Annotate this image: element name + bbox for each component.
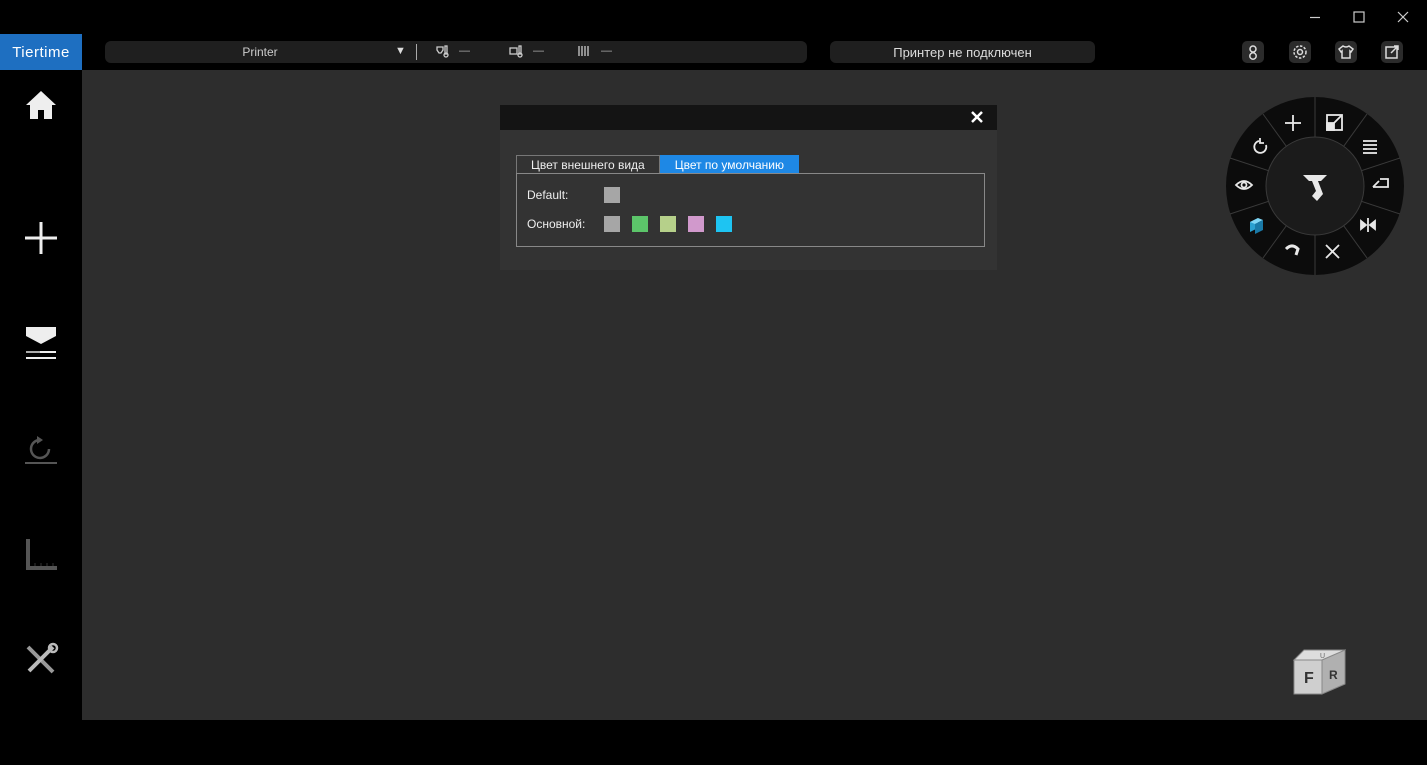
sidebar-item-home[interactable] — [0, 70, 82, 140]
cube-right-label: R — [1329, 668, 1338, 682]
account-button[interactable] — [1242, 41, 1264, 63]
nozzle-temp-icon — [436, 45, 449, 58]
tab-panel: Default: Основной: — [516, 173, 985, 247]
sidebar — [0, 70, 82, 720]
tools-icon — [26, 642, 59, 674]
color-swatch-green[interactable] — [632, 216, 648, 232]
print-icon — [26, 327, 56, 359]
minimize-icon — [1310, 16, 1320, 19]
maximize-button[interactable] — [1337, 0, 1381, 34]
sidebar-item-print[interactable] — [0, 308, 82, 378]
title-bar — [0, 0, 1427, 34]
color-swatch-cyan[interactable] — [716, 216, 732, 232]
cube-front-label: F — [1304, 670, 1314, 687]
close-window-icon — [1397, 11, 1409, 23]
filament-icon — [578, 46, 589, 56]
filament-value: — — [601, 45, 612, 57]
filament-stat: — — [577, 44, 612, 58]
nozzle-temp-stat: — — [435, 44, 470, 58]
default-color-row: Default: — [527, 187, 632, 203]
account-icon — [1249, 45, 1257, 60]
color-settings-dialog: Цвет внешнего вида Цвет по умолчанию Def… — [500, 105, 997, 270]
sidebar-item-tools[interactable] — [0, 625, 82, 695]
sidebar-item-calibrate — [0, 413, 82, 483]
printer-selector-bar: Printer ▼ — — — — [105, 41, 807, 63]
logo: Tiertime — [0, 34, 82, 70]
main-label: Основной: — [527, 217, 586, 231]
color-swatch-light-green[interactable] — [660, 216, 676, 232]
main-color-row: Основной: — [527, 216, 744, 232]
maximize-icon — [1353, 11, 1365, 23]
bottom-bar — [0, 720, 1427, 765]
nozzle-temp-value: — — [459, 45, 470, 57]
skin-shirt-icon — [1337, 45, 1355, 59]
printer-selector[interactable]: Printer — [105, 45, 415, 59]
divider — [416, 44, 417, 60]
tab-appearance-color[interactable]: Цвет внешнего вида — [516, 155, 660, 174]
default-color-swatch[interactable] — [604, 187, 620, 203]
export-button[interactable] — [1381, 41, 1403, 63]
skin-button[interactable] — [1335, 41, 1357, 63]
printer-status: Принтер не подключен — [830, 41, 1095, 63]
calibrate-icon — [25, 436, 57, 464]
minimize-button[interactable] — [1293, 0, 1337, 34]
color-swatch-pink[interactable] — [688, 216, 704, 232]
add-icon — [25, 222, 57, 254]
cube-top-label: U — [1320, 653, 1325, 660]
close-icon — [971, 111, 983, 123]
bed-temp-stat: — — [509, 44, 544, 58]
dialog-close-button[interactable] — [969, 109, 985, 125]
default-label: Default: — [527, 188, 569, 202]
tab-default-color[interactable]: Цвет по умолчанию — [659, 155, 799, 174]
tool-wheel — [1226, 97, 1404, 275]
sidebar-item-ruler — [0, 520, 82, 590]
view-orientation-cube[interactable]: F R U — [1292, 648, 1346, 696]
export-icon — [1385, 45, 1399, 59]
ruler-icon — [26, 539, 57, 570]
bed-temp-icon — [509, 45, 523, 58]
close-window-button[interactable] — [1381, 0, 1425, 34]
color-tabs: Цвет внешнего вида Цвет по умолчанию — [516, 155, 799, 174]
color-swatch-gray[interactable] — [604, 216, 620, 232]
top-toolbar: Tiertime Printer ▼ — — — Принтер не подк… — [0, 34, 1427, 70]
sidebar-item-add[interactable] — [0, 203, 82, 273]
bed-temp-value: — — [533, 45, 544, 57]
dialog-header — [500, 105, 997, 130]
settings-button[interactable] — [1289, 41, 1311, 63]
triangle-down-icon[interactable]: ▼ — [395, 45, 406, 57]
home-icon — [26, 91, 56, 119]
settings-gear-icon — [1293, 45, 1307, 59]
